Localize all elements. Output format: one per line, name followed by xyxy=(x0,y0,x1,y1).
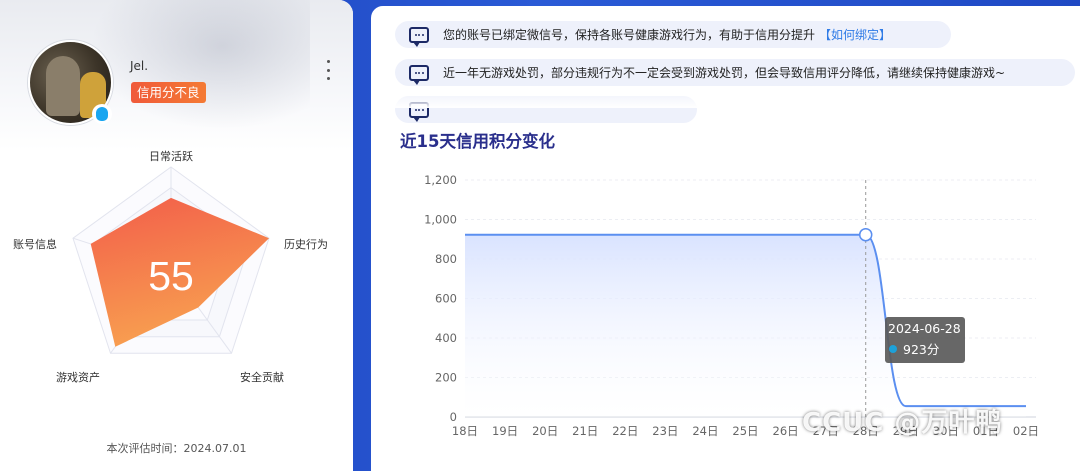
x-tick-label: 18日 xyxy=(452,424,478,438)
radar-label-game-assets: 游戏资产 xyxy=(56,371,100,384)
x-tick-label: 23日 xyxy=(652,424,678,438)
tooltip-series-dot xyxy=(889,344,897,353)
qq-icon xyxy=(92,104,112,124)
y-tick-label: 1,000 xyxy=(424,213,457,227)
credit-score-value: 55 xyxy=(148,253,194,299)
x-tick-label: 19日 xyxy=(492,424,518,438)
y-tick-label: 600 xyxy=(435,292,457,306)
more-options-icon[interactable] xyxy=(322,60,334,80)
watermark: CCUC @万叶鸭 xyxy=(802,408,1003,438)
x-tick-label: 25日 xyxy=(732,424,758,438)
y-tick-label: 1,200 xyxy=(424,173,457,187)
y-tick-label: 800 xyxy=(435,252,457,266)
tooltip-value: 923分 xyxy=(903,342,940,357)
chart-tooltip: 2024-06-28 923分 xyxy=(885,317,965,363)
profile-card: Jel. 信用分不良 55 日常活跃 历史行为 安全贡献 游戏资产 账号信息 本… xyxy=(0,0,353,471)
radar-label-daily-activity: 日常活跃 xyxy=(149,150,193,163)
x-tick-label: 20日 xyxy=(532,424,558,438)
y-tick-label: 400 xyxy=(435,331,457,345)
evaluation-time: 本次评估时间：2024.07.01 xyxy=(106,442,247,455)
tooltip-date: 2024-06-28 xyxy=(888,321,961,336)
hover-point[interactable] xyxy=(858,227,873,242)
y-tick-label: 200 xyxy=(435,371,457,385)
radar-label-account-info: 账号信息 xyxy=(13,238,57,251)
x-tick-label: 26日 xyxy=(773,424,799,438)
avatar-figure xyxy=(46,56,80,116)
credit-status-badge: 信用分不良 xyxy=(131,82,206,103)
radar-label-security: 安全贡献 xyxy=(240,371,284,384)
x-tick-label: 02日 xyxy=(1013,424,1039,438)
radar-chart: 55 xyxy=(72,166,270,354)
username: Jel. xyxy=(130,59,149,73)
x-tick-label: 21日 xyxy=(572,424,598,438)
x-tick-label: 22日 xyxy=(612,424,638,438)
radar-label-history: 历史行为 xyxy=(284,238,328,251)
x-tick-label: 24日 xyxy=(692,424,718,438)
y-tick-label: 0 xyxy=(450,410,457,424)
